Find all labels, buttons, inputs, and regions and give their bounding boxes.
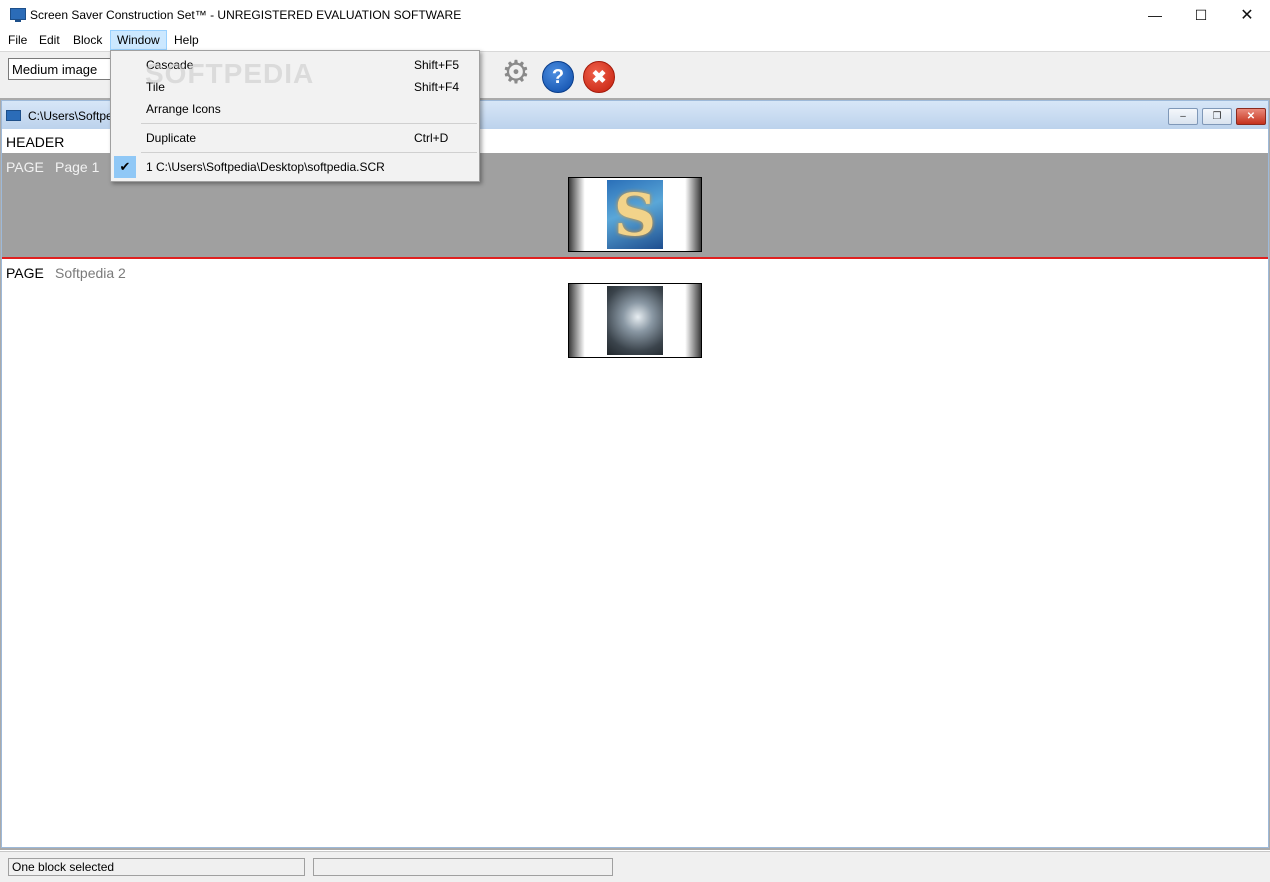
status-panel-secondary: [313, 858, 613, 876]
watermark: SOFTPEDIA: [145, 58, 315, 89]
menu-item-label: 1 C:\Users\Softpedia\Desktop\softpedia.S…: [146, 160, 385, 174]
menu-item-open-document[interactable]: ✔ 1 C:\Users\Softpedia\Desktop\softpedia…: [112, 155, 478, 178]
winter-image: [607, 286, 663, 355]
close-icon: ✕: [1246, 111, 1256, 122]
restore-icon: ❐: [1212, 111, 1222, 122]
document-title: C:\Users\Softpe: [28, 109, 113, 123]
window-title: Screen Saver Construction Set™ - UNREGIS…: [30, 8, 462, 22]
page-name: Page 1: [55, 159, 100, 175]
menu-item-arrange-icons[interactable]: Arrange Icons: [112, 97, 478, 119]
menu-separator: [141, 152, 477, 153]
maximize-icon: ☐: [1194, 6, 1208, 23]
menu-bar: File Edit Block Window Help: [0, 30, 1270, 50]
menu-window[interactable]: Window: [110, 30, 167, 50]
minimize-button[interactable]: —: [1132, 0, 1178, 30]
help-icon[interactable]: ?: [542, 61, 574, 93]
menu-item-shortcut: Shift+F5: [414, 58, 460, 72]
softpedia-s-image: S: [607, 180, 663, 249]
header-label: HEADER: [6, 134, 65, 150]
child-minimize-button[interactable]: –: [1168, 108, 1198, 125]
page-block[interactable]: PAGE Softpedia 2: [2, 259, 1268, 363]
menu-item-label: Duplicate: [146, 131, 197, 145]
document-window: C:\Users\Softpe – ❐ ✕ HEADER PAGE Page 1…: [1, 100, 1269, 848]
close-button[interactable]: ✕: [1224, 0, 1270, 30]
menu-block[interactable]: Block: [67, 31, 108, 49]
menu-separator: [141, 123, 477, 124]
minimize-icon: —: [1148, 7, 1162, 23]
page-thumbnail[interactable]: S: [568, 177, 702, 252]
monitor-icon: [6, 110, 21, 121]
menu-file[interactable]: File: [2, 31, 33, 49]
mdi-area: C:\Users\Softpe – ❐ ✕ HEADER PAGE Page 1…: [0, 98, 1270, 850]
child-restore-button[interactable]: ❐: [1202, 108, 1232, 125]
menu-item-duplicate[interactable]: Duplicate Ctrl+D: [112, 126, 478, 148]
menu-item-shortcut: Ctrl+D: [414, 131, 449, 145]
gear-icon[interactable]: ⚙: [501, 54, 531, 90]
status-panel-selection: One block selected: [8, 858, 305, 876]
page-keyword: PAGE: [6, 265, 44, 281]
page-keyword: PAGE: [6, 159, 44, 175]
maximize-button[interactable]: ☐: [1178, 0, 1224, 30]
page-thumbnail[interactable]: [568, 283, 702, 358]
child-close-button[interactable]: ✕: [1236, 108, 1266, 125]
page-name: Softpedia 2: [55, 265, 126, 281]
minimize-icon: –: [1180, 111, 1186, 122]
menu-help[interactable]: Help: [168, 31, 205, 49]
checkmark-icon: ✔: [114, 156, 136, 178]
menu-item-label: Arrange Icons: [146, 102, 221, 116]
close-icon[interactable]: ✖: [583, 61, 615, 93]
title-bar: Screen Saver Construction Set™ - UNREGIS…: [0, 0, 1270, 30]
menu-item-shortcut: Shift+F4: [414, 80, 460, 94]
menu-edit[interactable]: Edit: [33, 31, 66, 49]
close-icon: ✕: [1240, 7, 1254, 24]
monitor-icon: [10, 8, 26, 22]
status-bar: One block selected: [0, 851, 1270, 882]
